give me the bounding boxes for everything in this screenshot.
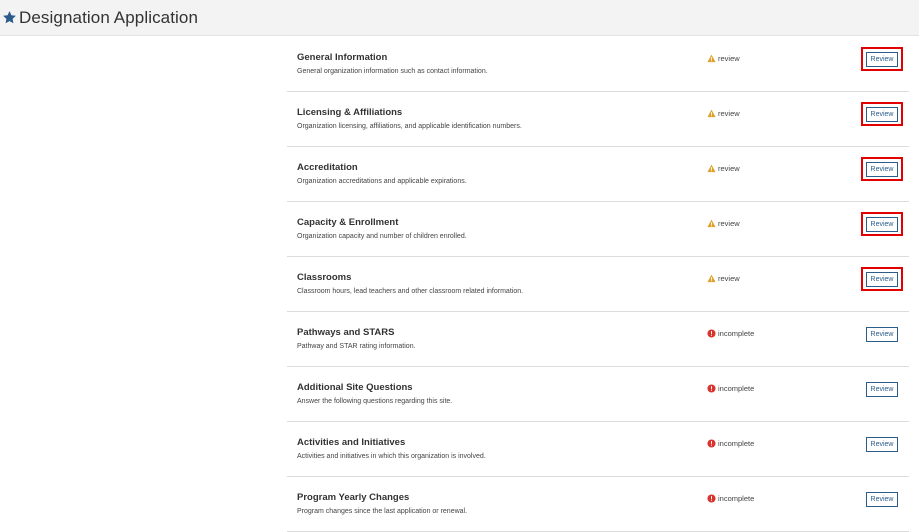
section-row: Additional Site Questions Answer the foll… [287, 367, 909, 422]
highlight-box: Review [861, 212, 903, 236]
section-name: Pathways and STARS [297, 327, 395, 338]
status-label: review [718, 274, 740, 283]
section-status: review [707, 109, 740, 118]
section-row: Classrooms Classroom hours, lead teachers… [287, 257, 909, 312]
section-name: General Information [297, 52, 388, 63]
error-icon [707, 439, 716, 448]
review-button[interactable]: Review [866, 51, 898, 67]
section-status: incomplete [707, 494, 754, 503]
section-description: Program changes since the last applicati… [297, 508, 468, 515]
status-label: incomplete [718, 494, 755, 503]
review-button[interactable]: Review [866, 436, 898, 452]
section-description: Activities and initiatives in which this… [297, 453, 486, 460]
section-row: Activities and Initiatives Activities and… [287, 422, 909, 477]
warning-icon [707, 164, 716, 173]
button-wrap: Review [861, 487, 903, 511]
section-name: Classrooms [297, 272, 352, 283]
highlight-box: Review [861, 267, 903, 291]
star-icon [2, 10, 17, 25]
section-status: review [707, 219, 740, 228]
section-name: Program Yearly Changes [297, 492, 410, 503]
section-row: Capacity & Enrollment Organization capaci… [287, 202, 909, 257]
warning-icon [707, 219, 716, 228]
review-button[interactable]: Review [866, 491, 898, 507]
status-label: review [718, 219, 740, 228]
status-label: review [718, 54, 740, 63]
review-button[interactable]: Review [866, 216, 898, 232]
section-description: Classroom hours, lead teachers and other… [297, 288, 524, 295]
page-title: Designation Application [19, 7, 199, 27]
button-wrap: Review [861, 377, 903, 401]
error-icon [707, 494, 716, 503]
section-description: Answer the following questions regarding… [297, 398, 453, 405]
warning-icon [707, 274, 716, 283]
section-row: Licensing & Affiliations Organization lic… [287, 92, 909, 147]
highlight-box: Review [861, 102, 903, 126]
section-description: Organization licensing, affiliations, an… [297, 123, 522, 130]
highlight-box: Review [861, 157, 903, 181]
review-button[interactable]: Review [866, 161, 898, 177]
status-label: review [718, 164, 740, 173]
error-icon [707, 384, 716, 393]
status-label: incomplete [718, 384, 755, 393]
section-row: Program Yearly Changes Program changes si… [287, 477, 909, 532]
review-button[interactable]: Review [866, 106, 898, 122]
section-description: General organization information such as… [297, 68, 488, 75]
highlight-box: Review [861, 47, 903, 71]
section-row: Accreditation Organization accreditations… [287, 147, 909, 202]
section-status: incomplete [707, 329, 754, 338]
status-label: incomplete [718, 439, 755, 448]
button-wrap: Review [861, 432, 903, 456]
warning-icon [707, 54, 716, 63]
section-name: Additional Site Questions [297, 382, 413, 393]
error-icon [707, 329, 716, 338]
review-button[interactable]: Review [866, 271, 898, 287]
section-list: General Information General organization … [287, 37, 909, 532]
status-label: incomplete [718, 329, 755, 338]
page-header: Designation Application [0, 0, 919, 36]
review-button[interactable]: Review [866, 381, 898, 397]
review-button[interactable]: Review [866, 326, 898, 342]
section-name: Accreditation [297, 162, 358, 173]
section-status: review [707, 274, 740, 283]
section-row: Pathways and STARS Pathway and STAR ratin… [287, 312, 909, 367]
section-name: Capacity & Enrollment [297, 217, 399, 228]
section-description: Organization accreditations and applicab… [297, 178, 467, 185]
warning-icon [707, 109, 716, 118]
section-row: General Information General organization … [287, 37, 909, 92]
section-name: Activities and Initiatives [297, 437, 406, 448]
section-description: Pathway and STAR rating information. [297, 343, 416, 350]
section-status: incomplete [707, 439, 754, 448]
status-label: review [718, 109, 740, 118]
section-status: review [707, 54, 740, 63]
section-name: Licensing & Affiliations [297, 107, 403, 118]
section-description: Organization capacity and number of chil… [297, 233, 467, 240]
section-status: incomplete [707, 384, 754, 393]
section-status: review [707, 164, 740, 173]
button-wrap: Review [861, 322, 903, 346]
